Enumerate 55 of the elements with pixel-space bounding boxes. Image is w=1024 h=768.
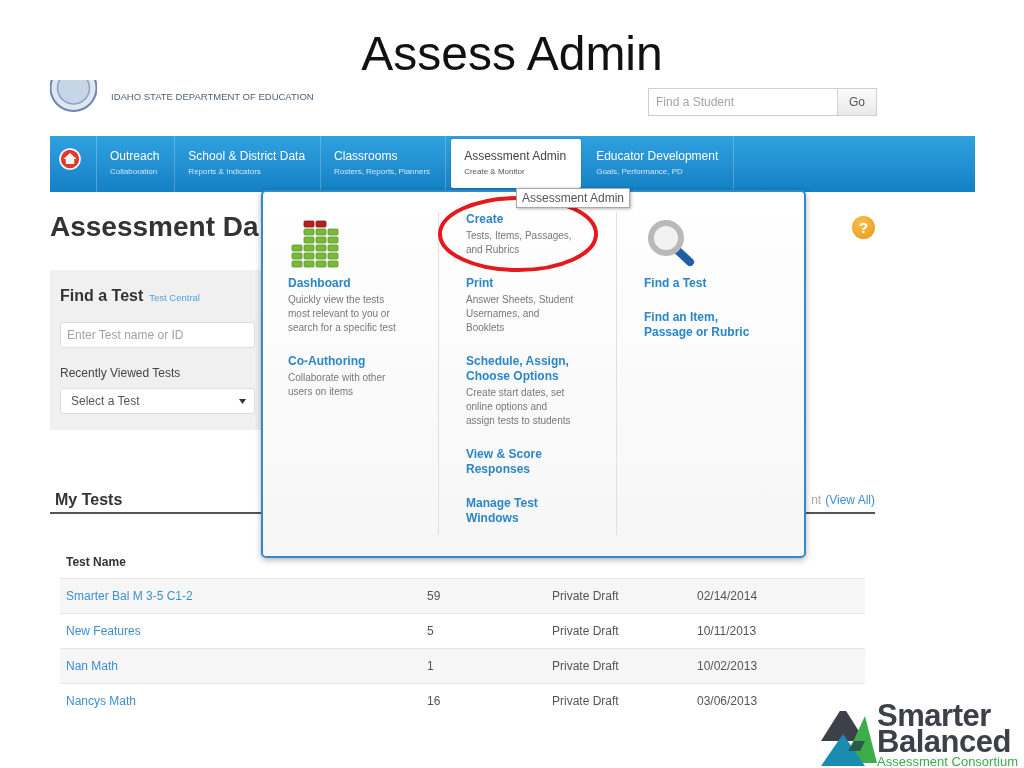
logo-tagline: Assessment Consortium [877,755,1018,768]
menu-description: Quickly view the tests most relevant to you or search for a specific test [288,293,397,335]
section-title: My Tests [55,490,123,510]
seal-icon [50,80,97,113]
table-cell: 03/06/2013 [697,694,758,709]
home-icon[interactable] [59,148,81,170]
search-icon [646,218,696,268]
table-cell: 5 [427,624,434,639]
tooltip: Assessment Admin [516,188,631,208]
field-label: Recently Viewed Tests [60,365,181,381]
slide-title: Assess Admin [361,28,663,80]
logo-name: Smarter [877,703,991,729]
test-link[interactable]: New Features [66,624,141,639]
panel-title: Find a Test [60,286,144,306]
table-cell: 1 [427,659,434,674]
menu-description: Create start dates, set online options and assign tests to students [466,386,572,428]
menu-link[interactable]: Schedule, Assign, Choose Options [466,354,576,384]
text-fragment: nt [811,492,822,508]
test-link[interactable]: Nan Math [66,659,119,674]
test-central-link[interactable]: Test Central [149,292,200,304]
menu-link[interactable]: Co-Authoring [288,354,366,369]
table-cell: 59 [427,589,441,604]
table-cell: Private Draft [552,694,619,709]
table-cell: 16 [427,694,441,709]
table-cell: 02/14/2014 [697,589,758,604]
menu-link[interactable]: Manage Test Windows [466,496,576,526]
table-cell: Private Draft [552,659,619,674]
student-search-field[interactable]: Find a Student [648,88,838,116]
agency-name: IDAHO STATE DEPARTMENT OF EDUCATION [111,91,314,103]
table-cell: 10/11/2013 [697,624,757,639]
caret-icon [239,398,246,404]
test-search-field[interactable]: Enter Test name or ID [60,322,255,348]
nav-tab[interactable]: Outreach Collaboration [97,136,176,192]
menu-description: Tests, Items, Passages, and Rubrics [466,229,573,257]
nav-tab[interactable]: Assessment Admin Create & Monitor [451,139,582,188]
logo-name: Balanced [877,729,1011,755]
block-chart-icon [290,218,340,268]
test-link[interactable]: Nancys Math [66,694,137,709]
menu-link[interactable]: Dashboard [288,276,351,291]
view-all-link[interactable]: (View All) [825,492,875,508]
menu-link[interactable]: Find an Item, Passage or Rubric [644,310,754,340]
menu-description: Collaborate with other users on items [288,371,387,399]
menu-link[interactable]: View & Score Responses [466,447,576,477]
table-cell: Private Draft [552,589,619,604]
test-select[interactable]: Select a Test [60,388,255,414]
table-cell: Private Draft [552,624,619,639]
go-button[interactable]: Go [838,88,877,116]
column-header: Test Name [65,554,126,570]
test-link[interactable]: Smarter Bal M 3-5 C1-2 [66,589,193,604]
menu-description: Answer Sheets, Student Usernames, and Booklets [466,293,575,335]
menu-link[interactable]: Print [466,276,494,291]
menu-link[interactable]: Create [466,212,504,227]
menu-link[interactable]: Find a Test [644,276,707,291]
table-cell: 10/02/2013 [697,659,758,674]
page-title: Assessment Da [50,210,259,244]
